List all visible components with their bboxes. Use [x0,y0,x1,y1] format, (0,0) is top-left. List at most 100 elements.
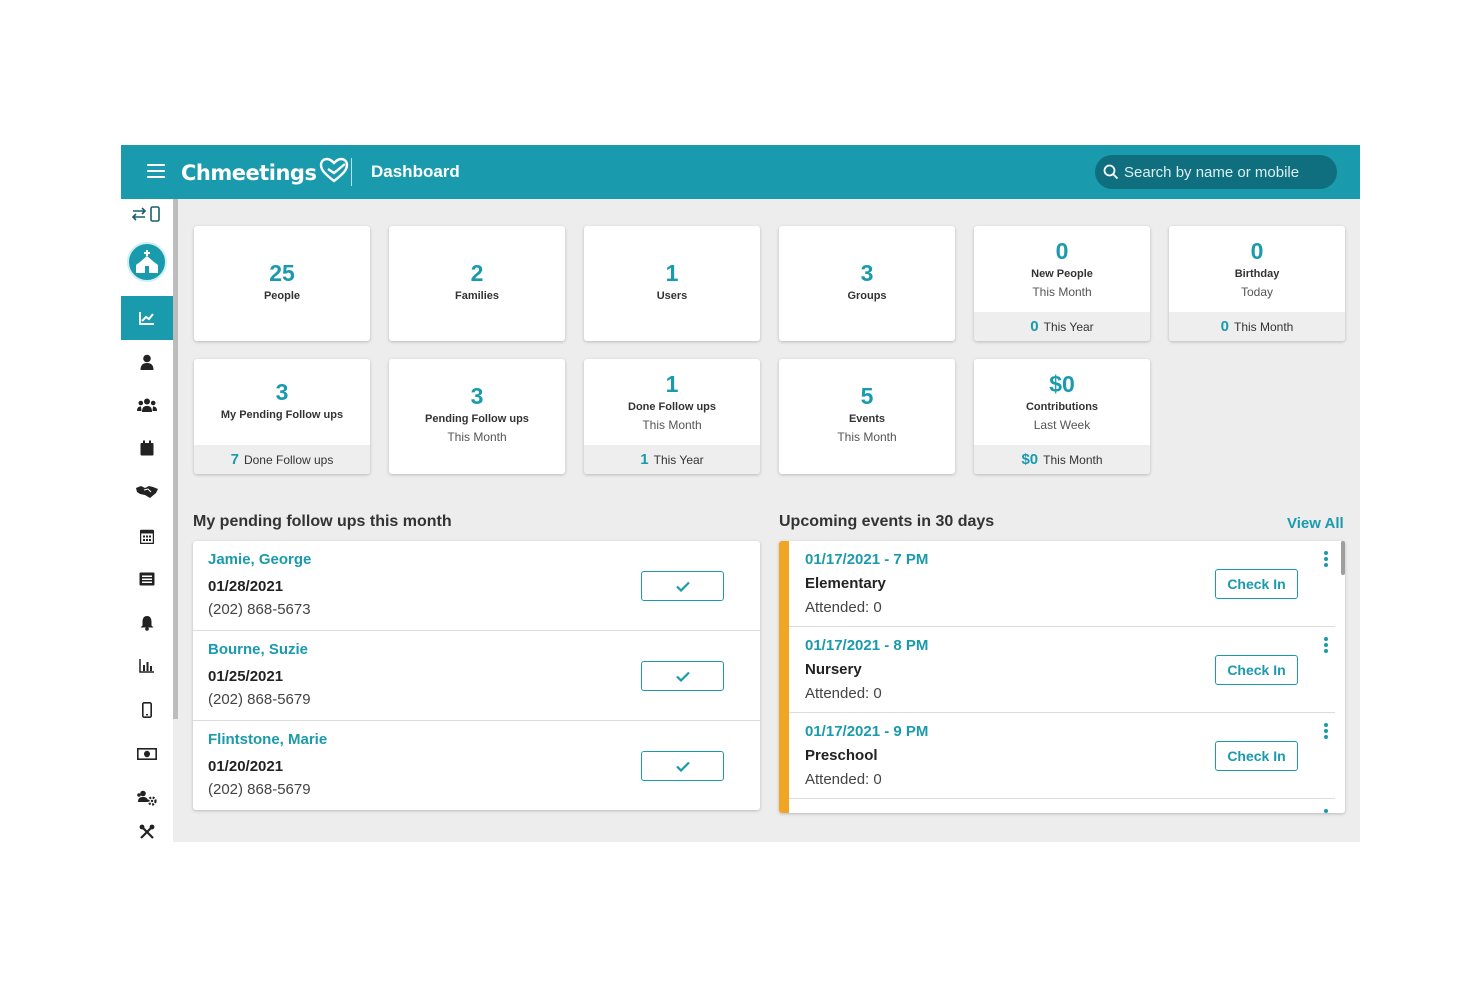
church-avatar[interactable] [127,242,167,282]
done-year-count: 1 [640,451,649,468]
more-options-icon[interactable] [1321,809,1331,813]
sidebar-item-groups[interactable] [121,388,173,422]
sidebar-scrollbar[interactable] [173,199,178,719]
card-contributions[interactable]: $0 Contributions Last Week $0 This Month [974,359,1150,474]
done-year-footer[interactable]: 1 This Year [584,445,760,474]
users-label: Users [656,290,688,302]
person-icon [140,354,154,370]
birthday-footer[interactable]: 0 This Month [1169,312,1345,341]
more-options-icon[interactable] [1321,637,1331,655]
list-icon [139,572,155,586]
families-count: 2 [470,260,484,286]
mark-done-button[interactable] [641,751,724,781]
contributions-month-label: This Month [1043,452,1103,467]
card-new-people[interactable]: 0 New People This Month 0 This Year [974,226,1150,341]
mobile-icon [142,702,152,718]
list-item: 01/17/2021 - 9 PM Preschool Attended: 0 … [789,713,1335,799]
new-people-footer[interactable]: 0 This Year [974,312,1150,341]
birthday-count: 0 [1250,238,1264,264]
sidebar-item-calendar[interactable] [121,431,173,465]
event-name: Elementary [805,575,886,592]
card-my-pending-followups[interactable]: 3 My Pending Follow ups 7 Done Follow ups [194,359,370,474]
sidebar-item-team[interactable] [121,781,173,815]
sidebar-item-switch-device[interactable] [121,199,173,229]
more-options-icon[interactable] [1321,723,1331,741]
search-box[interactable] [1095,155,1337,189]
sidebar-item-contributions[interactable] [121,475,173,509]
my-pending-label: My Pending Follow ups [220,409,344,421]
view-all-link[interactable]: View All [1287,515,1344,532]
card-families[interactable]: 2 Families [389,226,565,341]
card-groups[interactable]: 3 Groups [779,226,955,341]
mark-done-button[interactable] [641,661,724,691]
events-count: 5 [860,383,874,409]
sidebar-item-forms[interactable] [121,562,173,596]
card-birthday[interactable]: 0 Birthday Today 0 This Month [1169,226,1345,341]
contributions-label: Contributions [1025,401,1099,413]
sidebar-item-mobile[interactable] [121,693,173,727]
app-logo[interactable]: Chmeetings [181,157,349,188]
sidebar-item-reports[interactable] [121,649,173,683]
sidebar-item-notifications[interactable] [121,606,173,640]
followup-date: 01/28/2021 [208,578,284,595]
search-input[interactable] [1124,163,1324,181]
sidebar-item-people[interactable] [121,345,173,379]
mark-done-button[interactable] [641,571,724,601]
followup-person-name[interactable]: Bourne, Suzie [208,641,308,658]
followup-person-name[interactable]: Jamie, George [208,551,311,568]
calendar-icon [140,440,154,456]
followups-section-title: My pending follow ups this month [193,513,452,530]
card-pending-followups[interactable]: 3 Pending Follow ups This Month [389,359,565,474]
contributions-period: Last Week [1033,418,1091,432]
birthday-period: Today [1240,285,1274,299]
events-period: This Month [837,430,897,444]
money-icon [137,748,157,760]
done-followups-label: Done Follow ups [243,452,334,467]
more-options-icon[interactable] [1321,551,1331,569]
sidebar-item-finance[interactable] [121,737,173,771]
card-done-followups[interactable]: 1 Done Follow ups This Month 1 This Year [584,359,760,474]
my-pending-count: 3 [275,379,289,405]
birthday-label: Birthday [1234,268,1280,280]
pending-period: This Month [447,430,507,444]
contributions-footer[interactable]: $0 This Month [974,445,1150,474]
header-divider [351,158,352,186]
followups-list: Jamie, George 01/28/2021 (202) 868-5673 … [193,541,760,810]
search-icon [1103,164,1119,180]
list-item: Jamie, George 01/28/2021 (202) 868-5673 [193,541,760,631]
tools-icon [139,824,155,839]
list-item: Bourne, Suzie 01/25/2021 (202) 868-5679 [193,631,760,721]
check-in-button[interactable]: Check In [1215,741,1298,771]
logo-text: Chmeetings [181,161,317,185]
sidebar-item-dashboard[interactable] [121,296,173,340]
birthday-month-label: This Month [1233,319,1294,334]
new-people-period: This Month [1032,285,1092,299]
pending-count: 3 [470,383,484,409]
done-year-label: This Year [653,452,704,467]
people-group-icon [137,398,157,412]
sidebar-item-tools[interactable] [121,824,173,842]
page-title: Dashboard [371,162,460,181]
event-time: 01/17/2021 - 8 PM [805,637,929,654]
hamburger-menu-icon[interactable] [147,161,165,183]
card-users[interactable]: 1 Users [584,226,760,341]
pending-label: Pending Follow ups [425,413,529,425]
team-settings-icon [137,790,157,806]
done-count: 1 [665,371,679,397]
check-in-button[interactable]: Check In [1215,569,1298,599]
check-in-button[interactable]: Check In [1215,655,1298,685]
done-followups-footer[interactable]: 7 Done Follow ups [194,445,370,474]
event-time: 01/17/2021 - 7 PM [805,551,929,568]
event-attended: Attended: 0 [805,599,882,616]
card-events[interactable]: 5 Events This Month [779,359,955,474]
followup-date: 01/25/2021 [208,668,284,685]
events-list: 01/17/2021 - 7 PM Elementary Attended: 0… [779,541,1345,813]
events-section-title: Upcoming events in 30 days [779,513,995,530]
birthday-month-count: 0 [1220,318,1229,335]
app-window: Chmeetings Dashboard Search by name or m… [121,145,1360,842]
events-scrollbar[interactable] [1341,541,1345,575]
card-people[interactable]: 25 People [194,226,370,341]
sidebar-item-events[interactable] [121,519,173,553]
followup-person-name[interactable]: Flintstone, Marie [208,731,327,748]
done-label: Done Follow ups [628,401,716,413]
